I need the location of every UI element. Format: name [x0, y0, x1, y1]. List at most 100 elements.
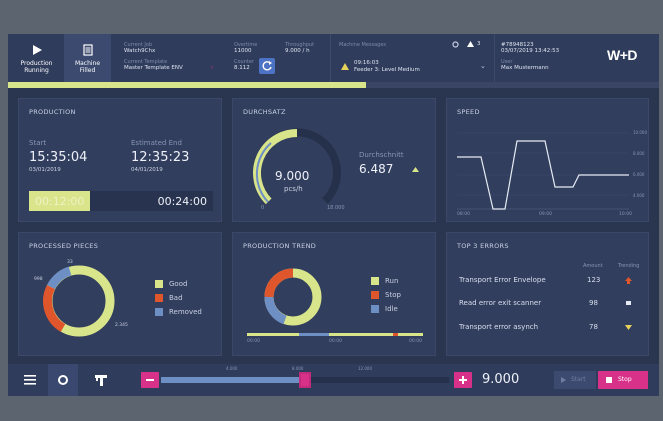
- counter-reset-button[interactable]: [259, 58, 275, 74]
- messages-chevron-down-icon[interactable]: ⌄: [480, 62, 486, 70]
- start-label: Start: [571, 376, 586, 383]
- average-label: Durchschnitt: [359, 151, 404, 159]
- production-panel: PRODUCTION Start 15:35:04 03/01/2019 Est…: [18, 98, 222, 222]
- current-template-value[interactable]: Master Template ENV: [124, 65, 183, 71]
- trend-donut: [264, 268, 322, 326]
- template-arrow-icon[interactable]: ›: [211, 64, 213, 71]
- durchsatz-panel: DURCHSATZ 9.000 pcs/h 0 18.000 Durchschn…: [232, 98, 436, 222]
- alert-count: 3: [477, 41, 481, 47]
- throughput-gauge: [253, 128, 341, 205]
- machine-state: Filled: [79, 67, 96, 74]
- job-progress-bar: [8, 82, 659, 88]
- error-name[interactable]: Transport error asynch: [459, 323, 538, 331]
- start-time: 15:35:04: [29, 150, 88, 165]
- machine-icon: [82, 44, 93, 56]
- production-start-button[interactable]: Production Running: [13, 34, 60, 82]
- start-label: Start: [29, 139, 47, 147]
- x-tick: 09:00: [539, 212, 552, 217]
- user-name[interactable]: Max Mustermann: [501, 65, 549, 71]
- setpoint-value: 9.000: [482, 372, 520, 387]
- gauge-value: 9.000: [275, 169, 310, 183]
- end-time: 12:35:23: [131, 150, 190, 165]
- legend-swatch-removed: [155, 308, 163, 316]
- end-date: 04/01/2019: [131, 167, 163, 173]
- speed-panel: SPEED 10.000 8.000 6.000 4.000 08:00 09:…: [446, 98, 649, 222]
- trend-down-icon: [625, 325, 632, 330]
- stop-button[interactable]: Stop: [598, 371, 648, 389]
- increase-button[interactable]: [454, 372, 472, 388]
- legend-stop: Stop: [385, 291, 401, 299]
- slider-fill: [161, 377, 305, 383]
- hamburger-icon: [24, 375, 36, 385]
- throughput-value: 9.000 / h: [285, 48, 310, 54]
- elapsed-time: 00:12:00: [35, 195, 85, 208]
- error-name[interactable]: Read error exit scanner: [459, 299, 541, 307]
- column-trending: Trending: [618, 263, 640, 269]
- speed-chart: [457, 132, 629, 210]
- x-tick: 10:00: [619, 212, 632, 217]
- divider: [330, 34, 331, 82]
- timeline-stop-segment: [393, 333, 398, 336]
- end-label: Estimated End: [131, 139, 182, 147]
- alert-icon[interactable]: [467, 41, 474, 47]
- error-amount: 98: [589, 299, 598, 307]
- slider-tick: 12.000: [358, 366, 372, 371]
- order-datetime: 03/07/2019 13:42:53: [501, 48, 560, 54]
- error-name[interactable]: Transport Error Envelope: [459, 276, 546, 284]
- gear-icon[interactable]: [452, 41, 459, 48]
- machine-label: Machine: [74, 60, 101, 67]
- processed-donut: [43, 265, 115, 337]
- gauge-min: 0: [261, 205, 265, 211]
- production-state: Running: [24, 67, 49, 74]
- average-value: 6.487: [359, 162, 394, 176]
- y-tick: 4.000: [633, 193, 645, 198]
- decrease-button[interactable]: [141, 372, 159, 388]
- timeline-idle-segment: [299, 333, 329, 336]
- production-time-bar: 00:12:00 00:24:00: [29, 191, 213, 211]
- slider-thumb[interactable]: [299, 372, 311, 388]
- production-trend-panel: PRODUCTION TREND Run Stop Idle 00:00 00:…: [232, 232, 436, 356]
- processed-pieces-panel: PROCESSED PIECES 33 998 2.345 Good Bad R…: [18, 232, 222, 356]
- machine-messages-label: Machine Messages: [339, 42, 387, 48]
- legend-swatch-bad: [155, 294, 163, 302]
- legend-swatch-stop: [371, 291, 379, 299]
- current-job-value: Watch9Chx: [124, 48, 156, 54]
- column-amount: Amount: [583, 263, 603, 269]
- refresh-icon: [262, 61, 272, 71]
- panel-title: PROCESSED PIECES: [29, 242, 99, 250]
- bad-segment: [43, 284, 66, 332]
- play-icon: [32, 45, 42, 55]
- legend-good: Good: [169, 280, 188, 288]
- slider-tick: 4.000: [226, 366, 238, 371]
- panel-title: DURCHSATZ: [243, 108, 286, 116]
- start-date: 03/01/2019: [29, 167, 61, 173]
- dashboard-button[interactable]: [48, 364, 78, 396]
- message-time: 09:16:03: [354, 60, 379, 66]
- settings-tool-button[interactable]: [86, 364, 116, 396]
- trend-up-icon: [625, 277, 632, 284]
- panel-title: TOP 3 ERRORS: [457, 242, 509, 250]
- bottom-bar: 4.000 8.000 12.000 9.000 Start Stop: [8, 364, 659, 396]
- legend-swatch-good: [155, 280, 163, 288]
- x-tick: 08:00: [457, 212, 470, 217]
- y-tick: 6.000: [633, 172, 645, 177]
- error-amount: 123: [587, 276, 601, 284]
- tool-icon: [95, 375, 107, 386]
- legend-bad: Bad: [169, 294, 183, 302]
- trend-up-icon: [412, 167, 419, 172]
- trend-flat-icon: [626, 301, 631, 305]
- minus-icon: [146, 379, 154, 381]
- divider: [494, 34, 495, 82]
- play-icon: [561, 377, 566, 383]
- menu-button[interactable]: [16, 364, 44, 396]
- top-errors-panel: TOP 3 ERRORS Amount Trending Transport E…: [446, 232, 649, 356]
- donut-icon: [58, 375, 68, 385]
- machine-button[interactable]: Machine Filled: [64, 34, 111, 82]
- stop-label: Stop: [618, 376, 632, 383]
- legend-idle: Idle: [385, 305, 398, 313]
- slider-tick: 8.000: [292, 366, 304, 371]
- message-text[interactable]: Feeder 3: Level Medium: [354, 67, 420, 73]
- start-button[interactable]: Start: [554, 371, 596, 389]
- value-label: 33: [67, 260, 73, 265]
- job-progress-fill: [8, 82, 367, 88]
